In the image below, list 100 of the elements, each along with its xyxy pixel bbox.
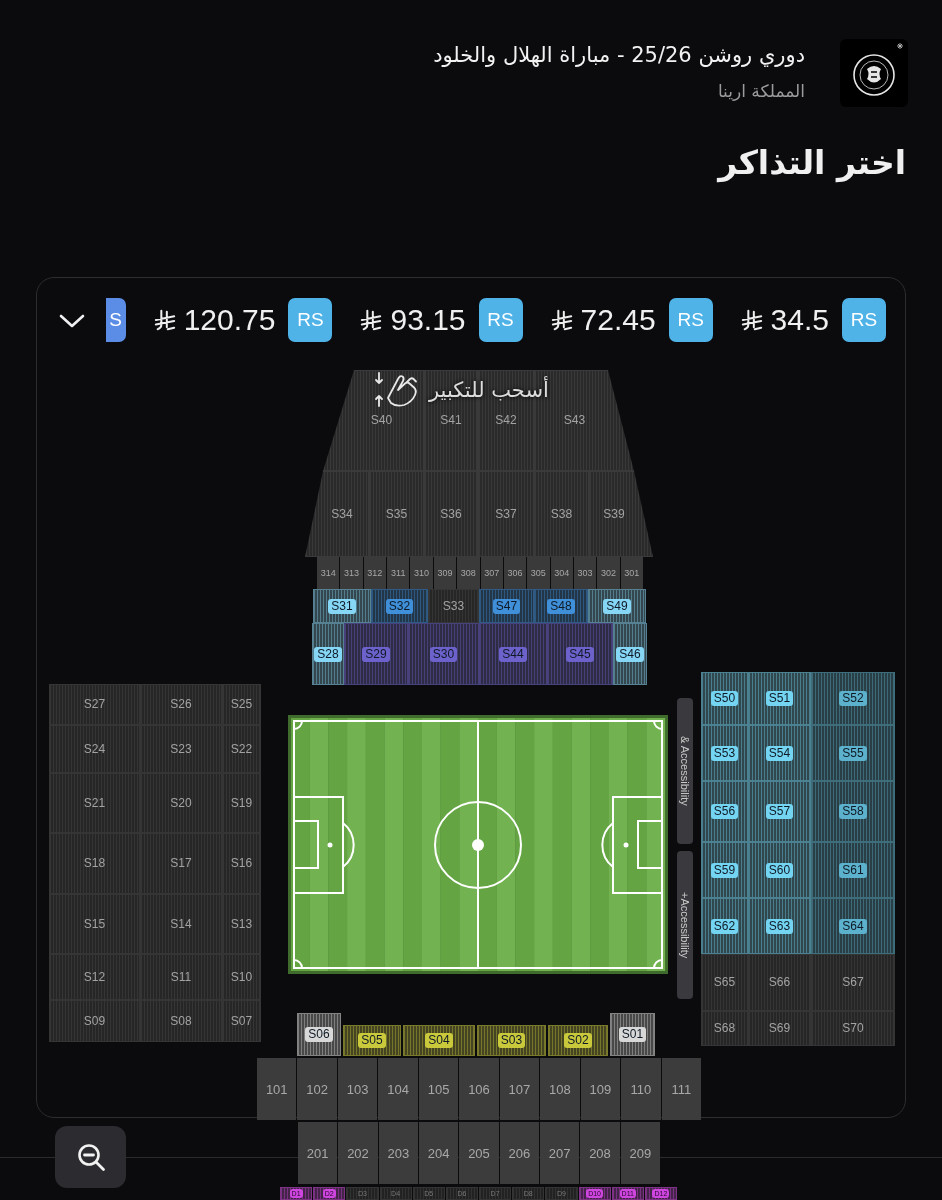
- seat-section[interactable]: S54: [748, 725, 811, 781]
- section-label: S44: [499, 646, 527, 662]
- section-label: S13: [230, 916, 253, 932]
- section-label: S22: [230, 741, 253, 757]
- section-label: S11: [170, 969, 192, 985]
- seat-section[interactable]: S52: [811, 672, 895, 725]
- seat-section[interactable]: S44: [479, 623, 547, 685]
- section-label: S21: [83, 795, 106, 811]
- section-label: 311: [391, 566, 406, 580]
- seat-section[interactable]: S03: [477, 1025, 546, 1056]
- section-label: S02: [564, 1033, 592, 1048]
- seat-section[interactable]: S06: [297, 1013, 341, 1056]
- section-label: 101: [265, 1081, 288, 1097]
- section-label: S09: [83, 1013, 106, 1029]
- section-label: 106: [468, 1081, 490, 1097]
- seat-section[interactable]: S58: [811, 781, 895, 842]
- section-label: S57: [765, 804, 794, 819]
- seat-section[interactable]: S53: [701, 725, 748, 781]
- seat-section[interactable]: S29: [344, 623, 408, 685]
- section-label: S19: [230, 795, 253, 811]
- section-label: S16: [230, 856, 253, 871]
- section-label: S30: [429, 646, 458, 662]
- section-label: S52: [839, 691, 867, 706]
- zoom-out-button[interactable]: [55, 1126, 126, 1188]
- section-label: 306: [507, 566, 523, 580]
- seat-section[interactable]: S04: [403, 1025, 475, 1056]
- seat-section[interactable]: S02: [548, 1025, 608, 1056]
- section-label: S34: [331, 506, 353, 522]
- seat-section[interactable]: S47: [479, 589, 534, 623]
- section-label: 103: [346, 1081, 369, 1097]
- seat-section[interactable]: S62: [701, 898, 748, 954]
- section-label: S63: [765, 918, 794, 934]
- accessibility-section[interactable]: & Accessibility: [677, 698, 693, 844]
- zoom-out-icon: [75, 1142, 106, 1172]
- seat-section[interactable]: S05: [343, 1025, 401, 1056]
- seat-section[interactable]: S01: [610, 1013, 655, 1056]
- page-heading: اختر التذاكر: [716, 142, 906, 185]
- accessibility-section[interactable]: +Accessibility: [677, 851, 693, 999]
- venue-name: المملكة ارينا: [717, 80, 805, 102]
- section-label: S27: [83, 697, 106, 712]
- section-label: S67: [842, 975, 864, 990]
- crest-icon: [840, 39, 908, 107]
- seat-section[interactable]: S30: [408, 623, 479, 685]
- section-label: S45: [566, 646, 594, 662]
- section-label: S58: [839, 804, 867, 819]
- seat-section[interactable]: S48: [534, 589, 588, 623]
- event-title: دوري روشن 25/26 - مباراة الهلال والخلود: [433, 42, 805, 69]
- chevron-down-icon[interactable]: [59, 314, 85, 328]
- section-label: 105: [427, 1081, 450, 1097]
- section-label: 309: [437, 566, 453, 580]
- section-label: S17: [170, 856, 192, 871]
- seat-section[interactable]: S49: [588, 589, 646, 623]
- seat-section[interactable]: S32: [371, 589, 428, 623]
- section-label: S32: [385, 598, 414, 614]
- section-label: S50: [710, 691, 739, 706]
- seat-section[interactable]: S50: [701, 672, 748, 725]
- section-label: 205: [468, 1145, 490, 1161]
- section-label: S08: [170, 1013, 192, 1029]
- riyal-sign-icon: [550, 308, 573, 332]
- price-text: 93.15: [390, 303, 466, 337]
- section-label: 207: [548, 1145, 571, 1161]
- seat-section[interactable]: S57: [748, 781, 811, 842]
- section-label: 104: [387, 1081, 409, 1097]
- riyal-sign-icon: [153, 308, 176, 332]
- section-label: S25: [230, 697, 253, 712]
- seat-section[interactable]: S64: [811, 898, 895, 954]
- section-label: S41: [440, 413, 462, 428]
- section-label: S55: [839, 745, 867, 761]
- seat-section[interactable]: S61: [811, 842, 895, 898]
- seat-section[interactable]: S56: [701, 781, 748, 842]
- seat-section[interactable]: S28: [312, 623, 344, 685]
- seat-section[interactable]: S46: [613, 623, 647, 685]
- section-label: 110: [630, 1081, 652, 1097]
- seat-section[interactable]: S63: [748, 898, 811, 954]
- section-label: 206: [508, 1145, 531, 1161]
- zoom-hint: أسحب للتكبير: [429, 377, 549, 402]
- section-label: S26: [170, 697, 192, 712]
- section-label: S33: [442, 598, 465, 614]
- section-label: 303: [577, 566, 593, 580]
- section-label: 109: [589, 1081, 612, 1097]
- section-label: S03: [497, 1033, 526, 1048]
- section-label: S28: [314, 646, 342, 662]
- seat-section[interactable]: S60: [748, 842, 811, 898]
- seat-section[interactable]: S59: [701, 842, 748, 898]
- seat-section[interactable]: S45: [547, 623, 613, 685]
- section-label: S60: [765, 862, 794, 878]
- section-label: 203: [387, 1145, 410, 1161]
- section-label: 208: [589, 1145, 611, 1161]
- seat-section[interactable]: S55: [811, 725, 895, 781]
- section-label: 107: [508, 1081, 531, 1097]
- seat-section[interactable]: S31: [313, 589, 371, 623]
- section-label: S64: [839, 918, 867, 934]
- section-label: S59: [710, 862, 739, 878]
- section-label: S23: [170, 741, 192, 757]
- section-label: S29: [362, 646, 390, 662]
- section-label: S49: [603, 598, 631, 614]
- section-label: S53: [710, 745, 739, 761]
- section-label: S69: [768, 1021, 791, 1036]
- seat-section[interactable]: S51: [748, 672, 811, 725]
- section-label: 313: [344, 566, 360, 580]
